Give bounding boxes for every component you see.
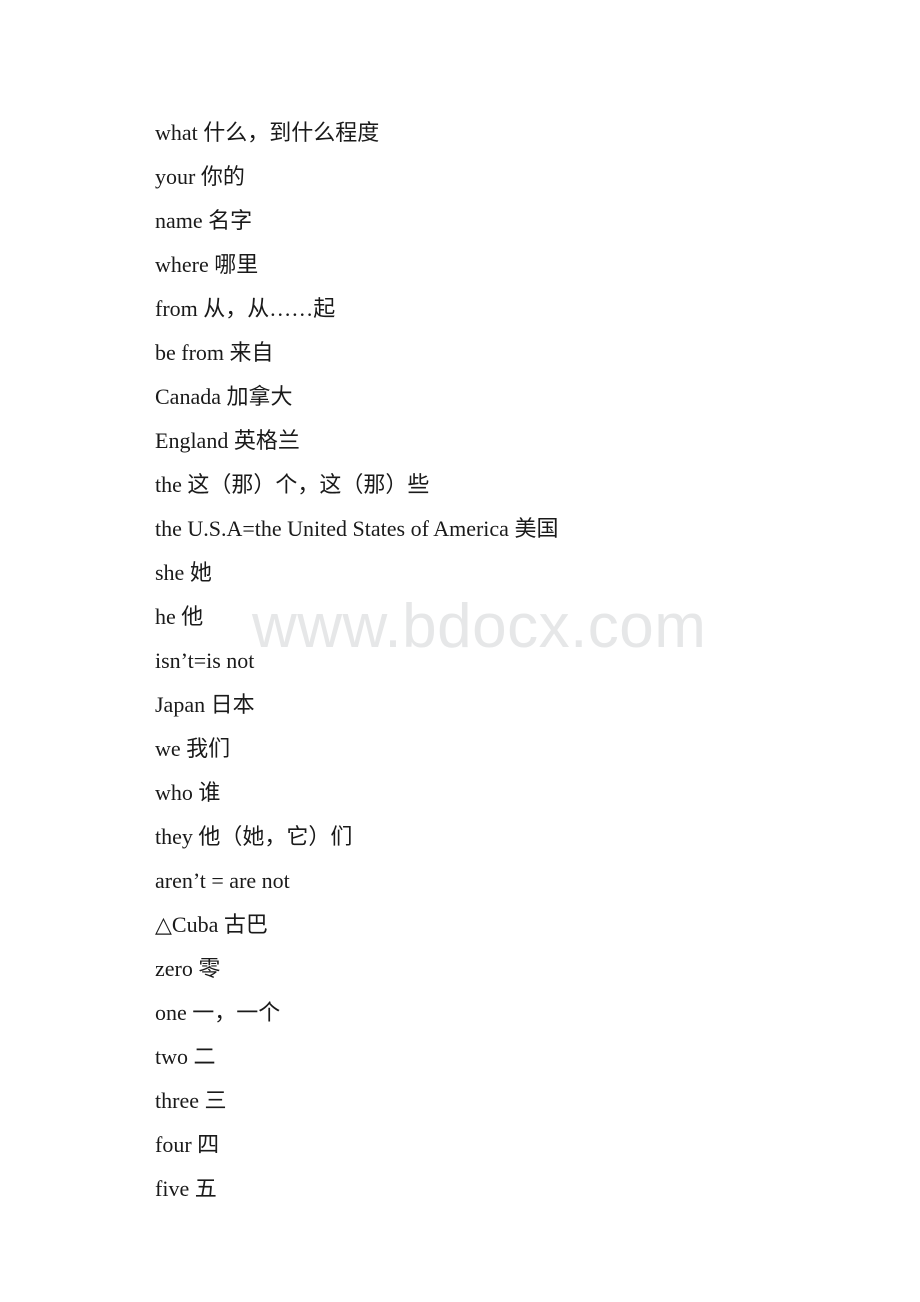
- vocabulary-entry: from 从，从……起: [155, 296, 336, 321]
- vocabulary-entry: one 一，一个: [155, 1000, 281, 1025]
- vocabulary-entry: what 什么，到什么程度: [155, 120, 380, 145]
- vocabulary-entry: three 三: [155, 1088, 227, 1113]
- vocabulary-entry: Japan 日本: [155, 692, 255, 717]
- vocabulary-entry: she 她: [155, 560, 212, 585]
- vocabulary-entry: five 五: [155, 1176, 217, 1201]
- vocabulary-entry: who 谁: [155, 780, 221, 805]
- vocabulary-entry: zero 零: [155, 956, 221, 981]
- vocabulary-entry: your 你的: [155, 164, 245, 189]
- vocabulary-entry: where 哪里: [155, 252, 259, 277]
- vocabulary-entry: they 他（她，它）们: [155, 824, 353, 849]
- vocabulary-entry: we 我们: [155, 736, 231, 761]
- vocabulary-entry: the U.S.A=the United States of America 美…: [155, 516, 559, 541]
- vocabulary-entry: aren’t = are not: [155, 868, 290, 893]
- document-page: www.bdocx.com what 什么，到什么程度 your 你的 name…: [0, 0, 920, 1302]
- vocabulary-entry: isn’t=is not: [155, 648, 255, 673]
- vocabulary-entry: name 名字: [155, 208, 253, 233]
- vocabulary-entry: two 二: [155, 1044, 216, 1069]
- vocabulary-entry: England 英格兰: [155, 428, 300, 453]
- vocabulary-list: what 什么，到什么程度 your 你的 name 名字 where 哪里 f…: [0, 0, 920, 1211]
- vocabulary-entry: be from 来自: [155, 340, 274, 365]
- vocabulary-entry: he 他: [155, 604, 204, 629]
- vocabulary-entry: △Cuba 古巴: [155, 912, 268, 937]
- vocabulary-entry: the 这（那）个，这（那）些: [155, 472, 430, 497]
- vocabulary-entry: four 四: [155, 1132, 220, 1157]
- vocabulary-entry: Canada 加拿大: [155, 384, 293, 409]
